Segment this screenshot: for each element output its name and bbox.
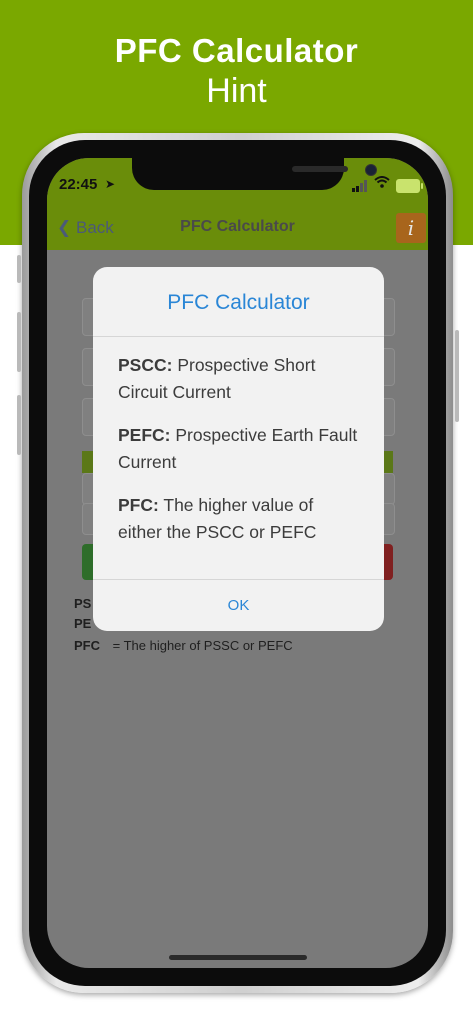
phone-power-button bbox=[455, 330, 459, 422]
phone-side-button bbox=[17, 255, 21, 283]
signal-icon bbox=[352, 180, 370, 192]
phone-volume-down bbox=[17, 395, 21, 455]
banner-subtitle: Hint bbox=[206, 72, 267, 110]
location-arrow-icon: ➤ bbox=[105, 177, 116, 191]
legend-pfc-text: = The higher of PSSC or PEFC bbox=[112, 638, 293, 653]
wifi-icon bbox=[374, 175, 390, 191]
front-camera bbox=[365, 164, 377, 176]
navigation-bar: ❮ Back PFC Calculator i bbox=[47, 206, 428, 250]
earpiece-speaker bbox=[292, 166, 348, 172]
banner-title: PFC Calculator bbox=[114, 32, 359, 69]
alert-title: PFC Calculator bbox=[167, 291, 310, 314]
home-indicator bbox=[169, 955, 307, 960]
alert-dialog: PFC Calculator PSCC: Prospective Short C… bbox=[93, 267, 384, 631]
status-time: 22:45 bbox=[59, 176, 98, 193]
info-icon: i bbox=[407, 216, 415, 240]
alert-title-divider bbox=[93, 336, 384, 337]
legend-row-pfc: PFC = The higher of PSSC or PEFC bbox=[74, 638, 293, 653]
alert-definition-pefc: PEFC: Prospective Earth Fault Current bbox=[118, 425, 358, 472]
legend-row-pscc: PS bbox=[74, 596, 92, 611]
legend-row-pefc: PE bbox=[74, 616, 92, 631]
alert-definition-pfc: PFC: The higher value of either the PSCC… bbox=[118, 495, 317, 542]
ok-button[interactable]: OK bbox=[93, 580, 384, 631]
phone-notch bbox=[132, 158, 377, 190]
phone-volume-up bbox=[17, 312, 21, 372]
legend-pfc-abbr: PFC bbox=[74, 638, 100, 653]
nav-title: PFC Calculator bbox=[180, 218, 295, 235]
battery-charging-icon bbox=[396, 179, 423, 193]
info-button[interactable]: i bbox=[396, 213, 426, 243]
alert-definition-pscc: PSCC: Prospective Short Circuit Current bbox=[118, 355, 316, 402]
